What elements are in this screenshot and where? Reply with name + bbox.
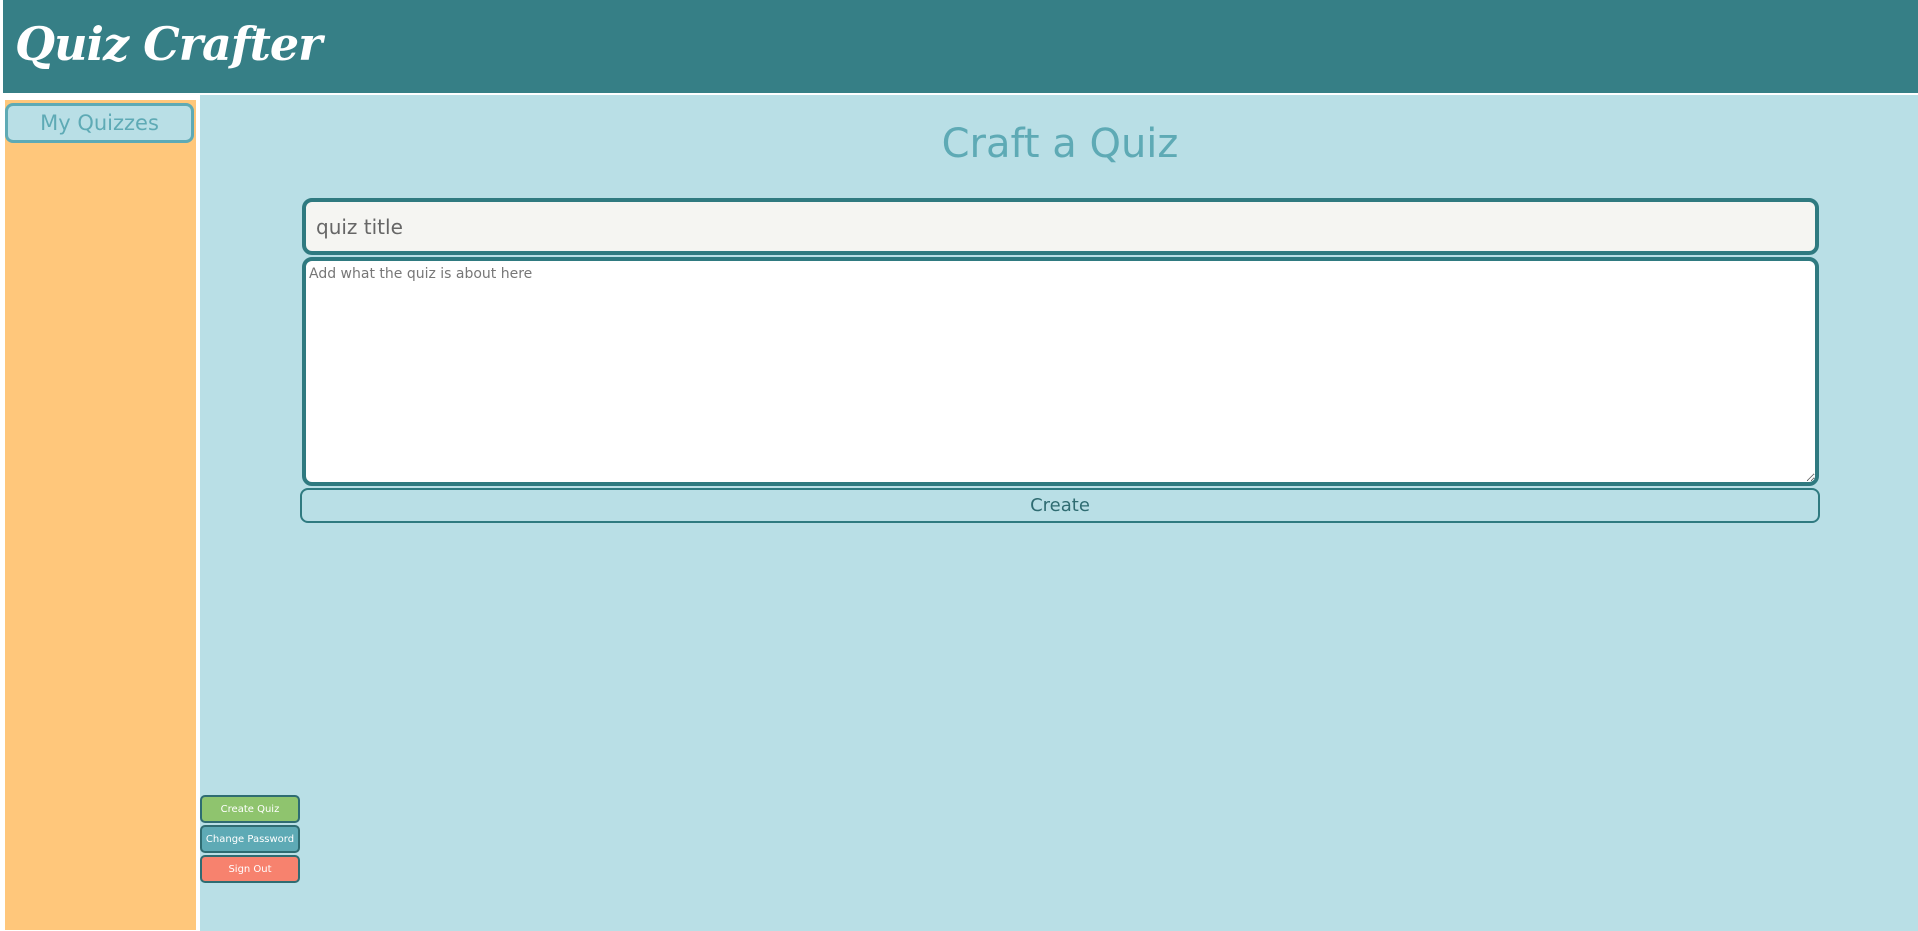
change-password-button[interactable]: Change Password xyxy=(200,825,300,853)
app-header: Quiz Crafter xyxy=(3,0,1918,93)
quiz-description-textarea[interactable] xyxy=(302,257,1819,486)
create-quiz-button[interactable]: Create Quiz xyxy=(200,795,300,823)
app-logo[interactable]: Quiz Crafter xyxy=(15,14,322,74)
page-title: Craft a Quiz xyxy=(941,121,1179,167)
create-button[interactable]: Create xyxy=(300,488,1820,523)
sidebar xyxy=(5,100,196,930)
my-quizzes-button[interactable]: My Quizzes xyxy=(5,103,194,143)
sign-out-button[interactable]: Sign Out xyxy=(200,855,300,883)
quiz-title-input[interactable] xyxy=(302,198,1819,255)
